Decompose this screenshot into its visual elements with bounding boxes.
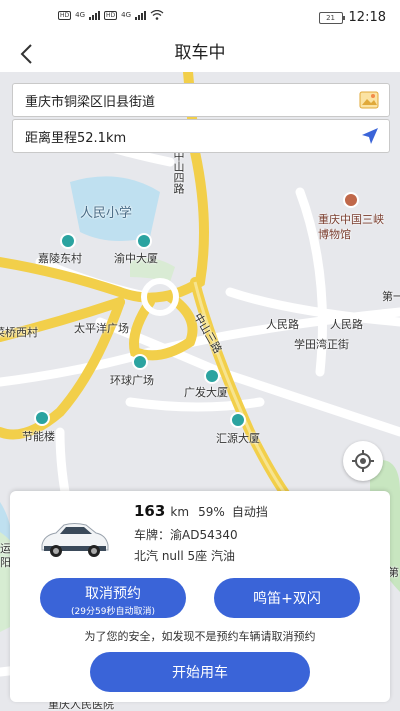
car-image — [41, 523, 109, 557]
location-card[interactable]: 重庆市铜梁区旧县街道 — [12, 83, 390, 117]
clock: 12:18 — [348, 10, 386, 25]
back-button[interactable] — [14, 40, 42, 68]
map-label-renmin-road: 人民路 — [266, 318, 299, 331]
map-label-renmin-school: 人民小学 — [80, 206, 133, 221]
cancel-booking-button[interactable]: 取消预约 (29分59秒自动取消) — [40, 578, 186, 618]
network-label: 4G — [75, 11, 86, 19]
range-unit: km — [170, 505, 190, 519]
map-label-guangfa: 广发大厦 — [184, 386, 228, 399]
poi-icon-yuzhong — [136, 233, 152, 249]
map-label-renmin-road-2: 人民路 — [330, 318, 363, 331]
range-value: 163 — [134, 502, 166, 520]
network-label-2: 4G — [121, 11, 132, 19]
honk-flash-button[interactable]: 鸣笛+双闪 — [214, 578, 360, 618]
distance-card: 距离里程52.1km — [12, 119, 390, 153]
plate-number: 车牌：渝AD54340 — [134, 528, 238, 542]
map-label-huiyuan: 汇源大厦 — [216, 432, 260, 445]
map-label-huanqiu: 环球广场 — [110, 374, 154, 387]
poi-icon-jieneng — [34, 410, 50, 426]
start-use-button[interactable]: 开始用车 — [90, 652, 310, 692]
status-bar: HD 4G HD 4G 21 12:18 — [0, 0, 400, 36]
booking-panel: 163 km 59% 自动挡 车牌：渝AD54340 北汽 null 5座 汽油… — [10, 491, 390, 702]
battery-level: 21 — [326, 13, 335, 22]
battery-icon: 21 — [318, 11, 345, 24]
vehicle-info: 163 km 59% 自动挡 车牌：渝AD54340 北汽 null 5座 汽油 — [134, 501, 268, 565]
location-text: 重庆市铜梁区旧县街道 — [25, 95, 156, 110]
map-label-taipingyang: 太平洋广场 — [74, 322, 129, 335]
map-label-jieneng: 节能楼 — [22, 430, 55, 443]
museum-poi-icon — [343, 192, 359, 208]
map-label-zhongshan-si: 中山四路 — [172, 150, 185, 194]
poi-icon-huanqiu — [132, 354, 148, 370]
nav-bar: 取车中 — [0, 36, 400, 72]
cancel-countdown: (29分59秒自动取消) — [71, 607, 155, 617]
poi-icon-guangfa — [204, 368, 220, 384]
status-right: 21 12:18 — [318, 10, 386, 25]
transmission: 自动挡 — [231, 505, 268, 519]
honk-label: 鸣笛+双闪 — [253, 591, 321, 607]
map-label-xuetianwan: 学田湾正街 — [294, 338, 349, 351]
hd-badge-2: HD — [104, 10, 118, 20]
safety-notice: 为了您的安全，如发现不是预约车辆请取消预约 — [84, 630, 316, 643]
distance-text: 距离里程52.1km — [25, 131, 127, 146]
cancel-label: 取消预约 — [85, 586, 141, 602]
map-label-jialing: 嘉陵东村 — [38, 252, 82, 265]
map-label-yuzhong: 渝中大厦 — [114, 252, 158, 265]
wifi-icon — [150, 10, 164, 20]
status-signals: HD 4G HD 4G — [58, 10, 164, 20]
crosshair-icon — [352, 450, 374, 472]
poi-icon-jialing — [60, 233, 76, 249]
vehicle-model: 北汽 null 5座 汽油 — [134, 549, 235, 563]
signal-icon-2 — [135, 10, 147, 20]
navigation-arrow-icon[interactable] — [361, 127, 379, 145]
signal-icon — [89, 10, 101, 20]
chevron-left-icon — [20, 44, 32, 64]
image-icon[interactable] — [359, 91, 379, 109]
battery-percent: 59% — [198, 505, 225, 519]
locate-button[interactable] — [343, 441, 383, 481]
hd-badge: HD — [58, 10, 72, 20]
map-label-museum: 重庆中国三峡博物馆 — [318, 213, 384, 241]
poi-icon-huiyuan — [230, 412, 246, 428]
map-label-qiaoxi: 菜桥西村 — [0, 326, 38, 339]
page-title: 取车中 — [174, 43, 226, 63]
start-label: 开始用车 — [172, 665, 228, 681]
map-label-edge-right: 第一 — [382, 290, 400, 303]
